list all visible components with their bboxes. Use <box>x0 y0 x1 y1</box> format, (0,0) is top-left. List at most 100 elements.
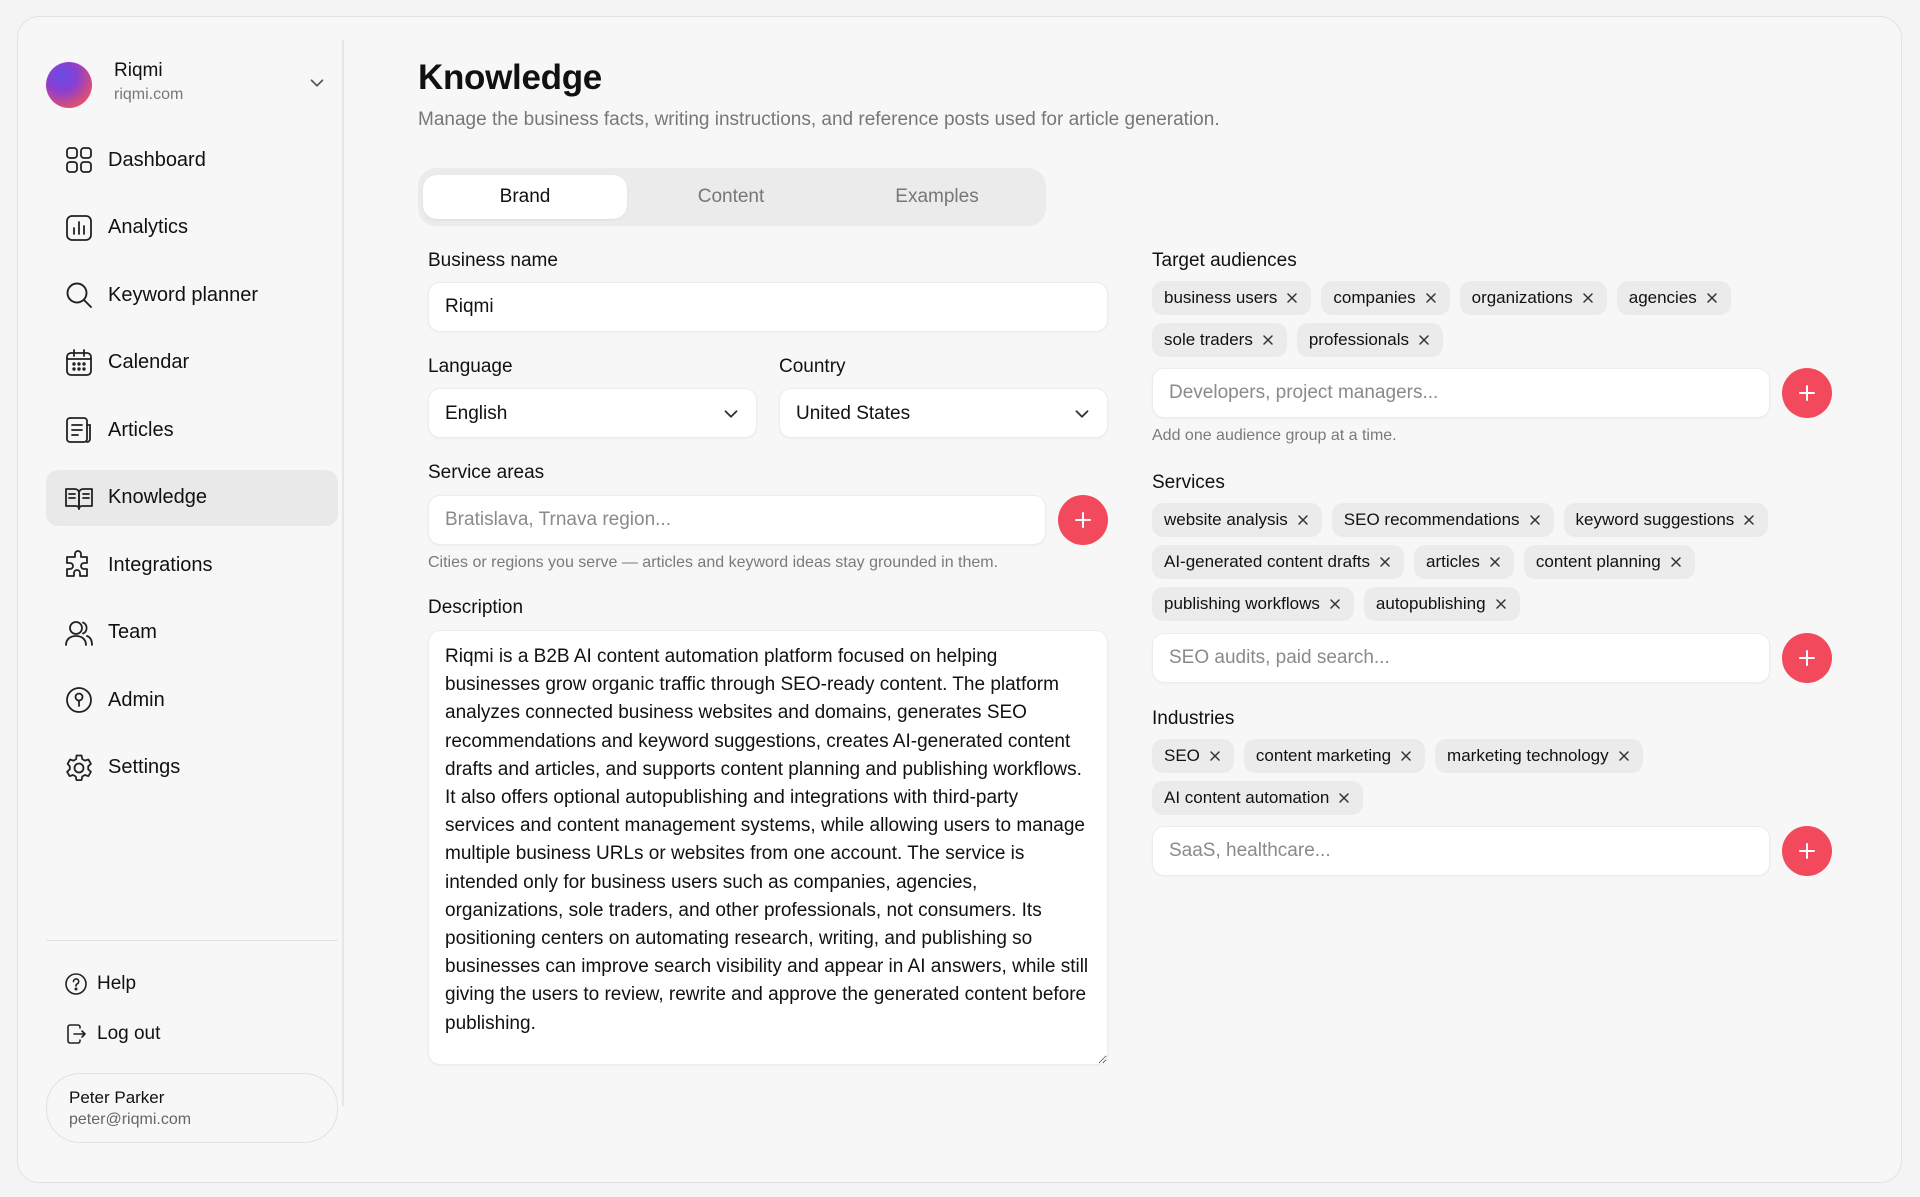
tag-label: autopublishing <box>1375 594 1486 613</box>
add-audience-button[interactable] <box>1782 368 1832 418</box>
tag-chip: SEO <box>1152 739 1234 773</box>
chevron-down-icon <box>1075 410 1089 418</box>
tag-label: SEO recommendations <box>1343 510 1520 529</box>
tag-label: SEO <box>1164 746 1200 765</box>
plus-icon <box>1799 650 1815 666</box>
logout-link[interactable]: Log out <box>64 1018 264 1050</box>
remove-tag-icon[interactable] <box>1296 513 1310 527</box>
sidebar-border <box>342 40 344 1106</box>
remove-tag-icon[interactable] <box>1328 597 1342 611</box>
language-select[interactable]: English <box>428 388 757 438</box>
language-value: English <box>445 403 508 424</box>
target-audiences-tags: business users companies organizations a… <box>1152 281 1852 365</box>
remove-tag-icon[interactable] <box>1494 597 1508 611</box>
tag-label: companies <box>1333 288 1416 307</box>
services-input[interactable] <box>1152 633 1770 683</box>
sidebar-item-dashboard[interactable]: Dashboard <box>46 132 338 188</box>
remove-tag-icon[interactable] <box>1424 291 1438 305</box>
sidebar-item-label: Keyword planner <box>108 283 259 306</box>
org-domain: riqmi.com <box>114 86 184 103</box>
tab-examples[interactable]: Examples <box>835 175 1039 219</box>
remove-tag-icon[interactable] <box>1261 333 1275 347</box>
tag-label: website analysis <box>1164 510 1288 529</box>
add-industry-button[interactable] <box>1782 826 1832 876</box>
tag-chip: sole traders <box>1152 323 1287 357</box>
sidebar-item-admin[interactable]: Admin <box>46 672 338 728</box>
page-subtitle: Manage the business facts, writing instr… <box>418 109 1220 130</box>
analytics-icon <box>64 213 94 243</box>
remove-tag-icon[interactable] <box>1742 513 1756 527</box>
remove-tag-icon[interactable] <box>1378 555 1392 569</box>
remove-tag-icon[interactable] <box>1581 291 1595 305</box>
service-areas-input[interactable] <box>428 495 1046 545</box>
sidebar-item-keyword-planner[interactable]: Keyword planner <box>46 267 338 323</box>
remove-tag-icon[interactable] <box>1617 749 1631 763</box>
plus-icon <box>1075 512 1091 528</box>
user-card[interactable]: Peter Parker peter@riqmi.com <box>46 1073 338 1143</box>
help-link[interactable]: Help <box>64 968 264 1000</box>
language-label: Language <box>428 356 513 377</box>
remove-tag-icon[interactable] <box>1488 555 1502 569</box>
sidebar-item-settings[interactable]: Settings <box>46 740 338 796</box>
calendar-icon <box>64 348 94 378</box>
page-title: Knowledge <box>418 58 602 97</box>
sidebar-item-analytics[interactable]: Analytics <box>46 200 338 256</box>
industries-label: Industries <box>1152 708 1235 729</box>
services-label: Services <box>1152 472 1225 493</box>
tag-chip: content planning <box>1523 545 1695 579</box>
industries-input[interactable] <box>1152 826 1770 876</box>
tag-label: AI content automation <box>1164 788 1330 807</box>
target-audiences-input[interactable] <box>1152 368 1770 418</box>
tag-label: professionals <box>1308 330 1409 349</box>
admin-icon <box>64 685 94 715</box>
description-textarea[interactable]: Riqmi is a B2B AI content automation pla… <box>428 630 1108 1065</box>
service-areas-label: Service areas <box>428 462 545 483</box>
remove-tag-icon[interactable] <box>1208 749 1222 763</box>
logout-icon <box>67 1024 86 1044</box>
org-switcher[interactable]: Riqmi riqmi.com <box>46 58 336 118</box>
remove-tag-icon[interactable] <box>1285 291 1299 305</box>
sidebar-nav: Dashboard Analytics Keyword planner Cale… <box>46 132 338 807</box>
sidebar-item-team[interactable]: Team <box>46 605 338 661</box>
sidebar-item-label: Calendar <box>108 351 190 373</box>
description-label: Description <box>428 597 524 618</box>
sidebar-item-label: Integrations <box>108 553 213 576</box>
remove-tag-icon[interactable] <box>1705 291 1719 305</box>
country-value: United States <box>796 403 911 424</box>
remove-tag-icon[interactable] <box>1337 791 1351 805</box>
sidebar-item-knowledge[interactable]: Knowledge <box>46 469 338 526</box>
tag-label: organizations <box>1471 288 1573 307</box>
add-service-button[interactable] <box>1782 633 1832 683</box>
tab-brand[interactable]: Brand <box>423 175 627 219</box>
logout-label: Log out <box>97 1023 161 1044</box>
remove-tag-icon[interactable] <box>1417 333 1431 347</box>
sidebar-item-integrations[interactable]: Integrations <box>46 537 338 593</box>
sidebar-item-calendar[interactable]: Calendar <box>46 335 338 391</box>
sidebar-item-label: Analytics <box>108 216 189 238</box>
remove-tag-icon[interactable] <box>1528 513 1542 527</box>
plus-icon <box>1799 843 1815 859</box>
sidebar-item-articles[interactable]: Articles <box>46 402 338 458</box>
country-select[interactable]: United States <box>779 388 1108 438</box>
tag-label: content planning <box>1535 552 1661 571</box>
tag-chip: website analysis <box>1152 503 1322 537</box>
book-icon <box>64 483 94 513</box>
sidebar-item-label: Knowledge <box>108 486 207 508</box>
tag-chip: organizations <box>1459 281 1607 315</box>
tag-chip: AI content automation <box>1152 781 1364 815</box>
sidebar-item-label: Dashboard <box>108 148 206 171</box>
team-icon <box>64 618 94 648</box>
tag-chip: keyword suggestions <box>1563 503 1769 537</box>
user-email: peter@riqmi.com <box>69 1111 192 1128</box>
business-name-label: Business name <box>428 250 558 271</box>
tab-content[interactable]: Content <box>629 175 833 219</box>
tag-label: keyword suggestions <box>1575 510 1735 529</box>
tag-label: marketing technology <box>1447 746 1609 765</box>
remove-tag-icon[interactable] <box>1399 749 1413 763</box>
tag-chip: business users <box>1152 281 1312 315</box>
tag-chip: AI-generated content drafts <box>1152 545 1405 579</box>
sidebar-item-label: Settings <box>108 756 181 778</box>
add-service-area-button[interactable] <box>1058 495 1108 545</box>
business-name-input[interactable] <box>428 282 1108 332</box>
remove-tag-icon[interactable] <box>1669 555 1683 569</box>
